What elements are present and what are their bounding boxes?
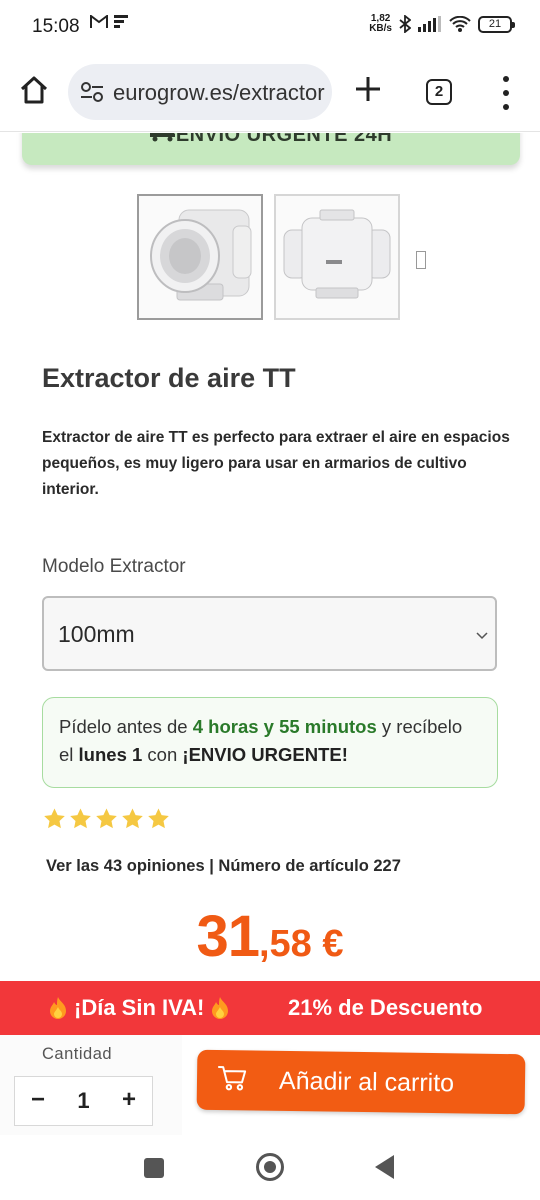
- status-time: 15:08: [32, 16, 80, 37]
- purchase-bar: Cantidad − 1 + Añadir al carrito: [0, 1035, 540, 1135]
- plus-icon: [356, 77, 380, 101]
- signal-icon: [418, 16, 441, 32]
- product-price: 31,58 €: [0, 903, 540, 970]
- page-content: ENVIO URGENTE 24H Extractor de aire TT E…: [0, 133, 540, 981]
- notes-icon: [114, 15, 128, 28]
- star-icon: [70, 808, 91, 829]
- promo-left-text: ¡Día Sin IVA!: [74, 995, 205, 1020]
- star-icon: [122, 808, 143, 829]
- tune-icon[interactable]: [80, 81, 104, 103]
- delivery-deadline: 4 horas y 55 minutos: [192, 716, 377, 737]
- variant-select[interactable]: 100mm: [42, 596, 497, 671]
- add-to-cart-label: Añadir al carrito: [278, 1066, 455, 1098]
- price-decimal: ,58 €: [258, 923, 344, 965]
- urgent-shipping-label: ENVIO URGENTE 24H: [175, 133, 393, 146]
- delivery-text-3: con: [142, 744, 183, 765]
- variant-selected-value: 100mm: [58, 621, 135, 647]
- delivery-text-1: Pídelo antes de: [59, 716, 193, 737]
- quantity-increase-button[interactable]: +: [106, 1077, 152, 1125]
- urgent-shipping-banner: ENVIO URGENTE 24H: [22, 133, 520, 165]
- quantity-decrease-button[interactable]: −: [15, 1077, 61, 1125]
- product-thumbnail-1[interactable]: [137, 194, 263, 320]
- delivery-estimate-box: Pídelo antes de 4 horas y 55 minutos y r…: [42, 697, 498, 788]
- truck-icon: [149, 133, 175, 142]
- browser-toolbar: eurogrow.es/extractor 2: [0, 52, 540, 132]
- promo-discount-text: 21% de Descuento: [288, 995, 483, 1020]
- system-home-button[interactable]: [256, 1153, 284, 1181]
- quantity-input[interactable]: 1: [61, 1077, 106, 1125]
- bluetooth-icon: [399, 15, 411, 33]
- fire-icon: [50, 997, 66, 1019]
- more-vertical-icon[interactable]: [496, 76, 516, 110]
- urgent-shipping-text: ENVIO URGENTE 24H: [22, 133, 520, 147]
- quantity-stepper: − 1 +: [14, 1076, 153, 1126]
- product-title: Extractor de aire TT: [42, 363, 296, 393]
- delivery-shipping: ¡ENVIO URGENTE!: [182, 744, 348, 765]
- network-speed-unit: KB/s: [369, 23, 392, 34]
- chevron-down-icon: [476, 632, 488, 640]
- price-integer: 31: [196, 904, 260, 969]
- product-description: Extractor de aire TT es perfecto para ex…: [42, 429, 510, 498]
- recents-button[interactable]: [144, 1158, 164, 1178]
- url-text: eurogrow.es/extractor: [113, 80, 325, 105]
- reviews-link[interactable]: Ver las 43 opiniones | Número de artícul…: [46, 857, 401, 876]
- quantity-label: Cantidad: [42, 1045, 113, 1063]
- product-thumbnail-2[interactable]: [274, 194, 400, 320]
- fire-icon: [212, 997, 229, 1019]
- wifi-icon: [449, 16, 471, 32]
- gmail-icon: [90, 15, 108, 28]
- promo-left: ¡Día Sin IVA!: [48, 995, 230, 1021]
- add-to-cart-button[interactable]: Añadir al carrito: [196, 1049, 526, 1115]
- rating-stars[interactable]: [42, 807, 171, 831]
- system-nav-bar: [0, 1135, 540, 1200]
- home-icon[interactable]: [18, 74, 50, 106]
- battery-icon: 21: [478, 15, 515, 33]
- new-tab-button[interactable]: [352, 74, 384, 106]
- notification-icons: [90, 15, 128, 29]
- cart-icon: [218, 1066, 247, 1091]
- delivery-day: lunes 1: [78, 744, 143, 765]
- star-icon: [96, 808, 117, 829]
- broken-image-icon: [416, 251, 426, 269]
- address-bar[interactable]: eurogrow.es/extractor: [68, 64, 332, 120]
- status-bar: 15:08 1,82 KB/s 21: [0, 0, 540, 52]
- star-icon: [44, 808, 65, 829]
- quantity-panel: Cantidad − 1 +: [0, 1035, 182, 1135]
- promo-bar: ¡Día Sin IVA! 21% de Descuento: [0, 981, 540, 1035]
- star-icon: [148, 808, 169, 829]
- tab-switcher-button[interactable]: 2: [426, 79, 452, 105]
- network-speed: 1,82 KB/s: [369, 14, 392, 34]
- variant-label: Modelo Extractor: [42, 556, 186, 577]
- extractor-fan-image: [139, 196, 261, 318]
- back-button[interactable]: [375, 1155, 394, 1179]
- status-right: 1,82 KB/s 21: [369, 14, 515, 34]
- screen: 15:08 1,82 KB/s 21 eurogrow.es/extractor…: [0, 0, 540, 1200]
- extractor-fan-side-image: [276, 196, 398, 318]
